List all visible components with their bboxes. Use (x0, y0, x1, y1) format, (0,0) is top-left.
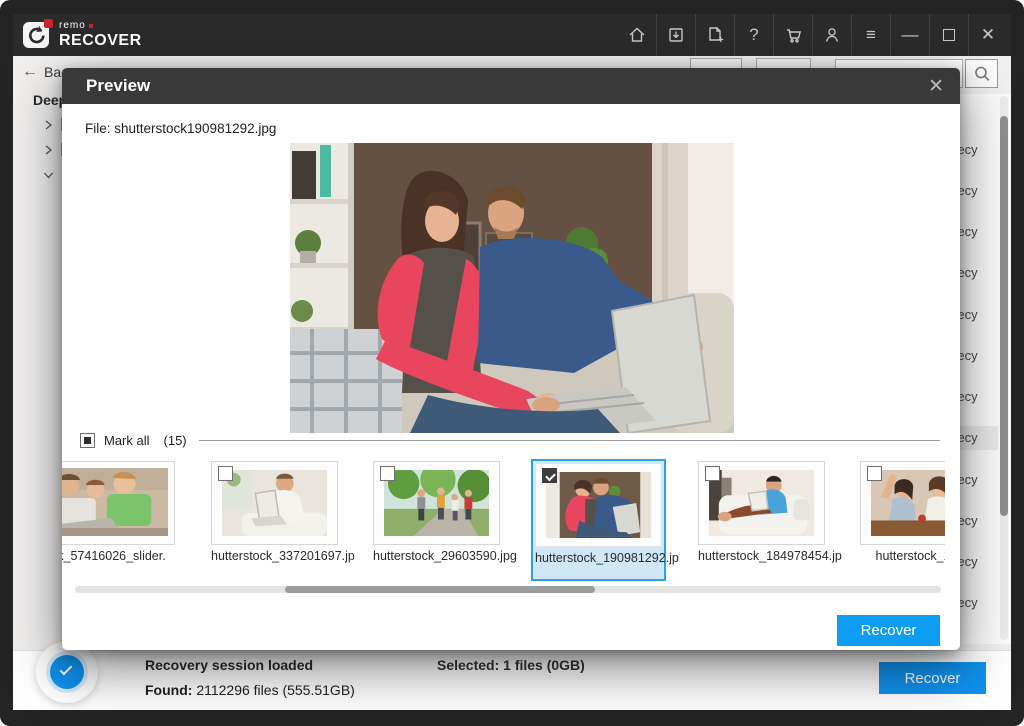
search-icon (972, 64, 992, 84)
cart-icon[interactable] (773, 14, 812, 56)
titlebar: remo RECOVER ? ≡ — ✕ (13, 14, 1011, 56)
thumbnail-filename: k_57416026_slider. (62, 549, 175, 563)
found-files-text: Found: 2112296 files (555.51GB) (145, 682, 355, 698)
help-icon[interactable]: ? (734, 14, 773, 56)
found-value: 2112296 files (555.51GB) (196, 682, 355, 698)
found-label: Found: (145, 682, 192, 698)
thumbnail-image (871, 470, 945, 536)
mark-all-checkbox[interactable] (80, 433, 95, 448)
dialog-close-icon[interactable]: ✕ (928, 75, 944, 98)
maximize-icon[interactable] (929, 14, 968, 56)
session-status-text: Recovery session loaded (145, 657, 313, 673)
chevron-down-icon (43, 170, 54, 180)
thumbnail-tile[interactable]: hutterstock_190981292.jp (535, 463, 662, 565)
session-status-badge (36, 641, 98, 703)
thumbnail-image (222, 470, 327, 536)
thumbnail-filename: hutterstock_190981292.jp (535, 551, 662, 565)
thumbnail-image (384, 470, 489, 536)
selected-files-text: Selected: 1 files (0GB) (437, 657, 585, 673)
thumbnail-filename: hutterstock_337201697.jp (211, 549, 338, 563)
minimize-icon[interactable]: — (890, 14, 929, 56)
vertical-scrollbar-thumb[interactable] (1000, 116, 1008, 516)
mark-all-count: (15) (164, 433, 187, 448)
back-arrow-icon: ← (22, 63, 38, 81)
thumbnail-strip: k_57416026_slider. (62, 459, 945, 585)
titlebar-actions: ? ≡ — ✕ (617, 14, 1007, 56)
remo-logo-icon (23, 21, 51, 49)
thumbnail-checkbox[interactable] (380, 466, 395, 481)
preview-image (290, 143, 734, 433)
thumbnail-checkbox[interactable] (867, 466, 882, 481)
close-icon[interactable]: ✕ (968, 14, 1007, 56)
brand-small: remo (59, 21, 86, 31)
home-icon[interactable] (617, 14, 656, 56)
thumbnail-image (62, 468, 168, 536)
thumbnail-tile[interactable]: k_57416026_slider. (62, 461, 175, 563)
divider (199, 440, 940, 441)
thumbnail-checkbox[interactable] (705, 466, 720, 481)
app-logo: remo RECOVER (23, 21, 142, 49)
chevron-right-icon (43, 120, 53, 130)
create-image-icon[interactable] (695, 14, 734, 56)
thumbnail-image (546, 472, 651, 538)
recover-button-dialog[interactable]: Recover (837, 615, 940, 646)
mark-all-row: Mark all (15) (80, 431, 940, 449)
save-session-icon[interactable] (656, 14, 695, 56)
thumbnail-tile-selected[interactable]: hutterstock_190981292.jp (531, 459, 666, 581)
check-circle-icon (50, 655, 84, 689)
thumbnail-filename: hutterstock_1848 (860, 549, 945, 563)
vertical-scrollbar[interactable] (1000, 96, 1008, 640)
thumbnail-tile[interactable]: hutterstock_337201697.jp (211, 461, 338, 563)
preview-dialog: Preview ✕ File: shutterstock190981292.jp… (62, 68, 960, 650)
thumbnail-tile[interactable]: hutterstock_29603590.jpg (373, 461, 500, 563)
menu-icon[interactable]: ≡ (851, 14, 890, 56)
brand-dot (89, 24, 93, 28)
thumbnail-filename: hutterstock_184978454.jp (698, 549, 825, 563)
thumbnail-checkbox[interactable] (218, 466, 233, 481)
previewed-file-name: File: shutterstock190981292.jpg (85, 121, 276, 136)
dialog-header: Preview ✕ (62, 68, 960, 104)
search-button[interactable] (965, 59, 998, 88)
dialog-title: Preview (86, 76, 150, 96)
horizontal-scrollbar-thumb[interactable] (285, 586, 595, 593)
thumbnail-tile[interactable]: hutterstock_184978454.jp (698, 461, 825, 563)
thumbnail-tile[interactable]: hutterstock_1848 (860, 461, 945, 563)
thumbnail-image (709, 470, 814, 536)
horizontal-scrollbar[interactable] (75, 586, 941, 593)
mark-all-label: Mark all (104, 433, 150, 448)
recover-button-main[interactable]: Recover (879, 662, 986, 694)
thumbnail-checkbox-checked[interactable] (542, 468, 557, 483)
thumbnail-filename: hutterstock_29603590.jpg (373, 549, 500, 563)
brand-main: RECOVER (59, 33, 142, 49)
app-window: remo RECOVER ? ≡ — ✕ (0, 0, 1024, 726)
chevron-right-icon (43, 145, 53, 155)
status-bar: Recovery session loaded Found: 2112296 f… (13, 650, 1011, 710)
account-icon[interactable] (812, 14, 851, 56)
